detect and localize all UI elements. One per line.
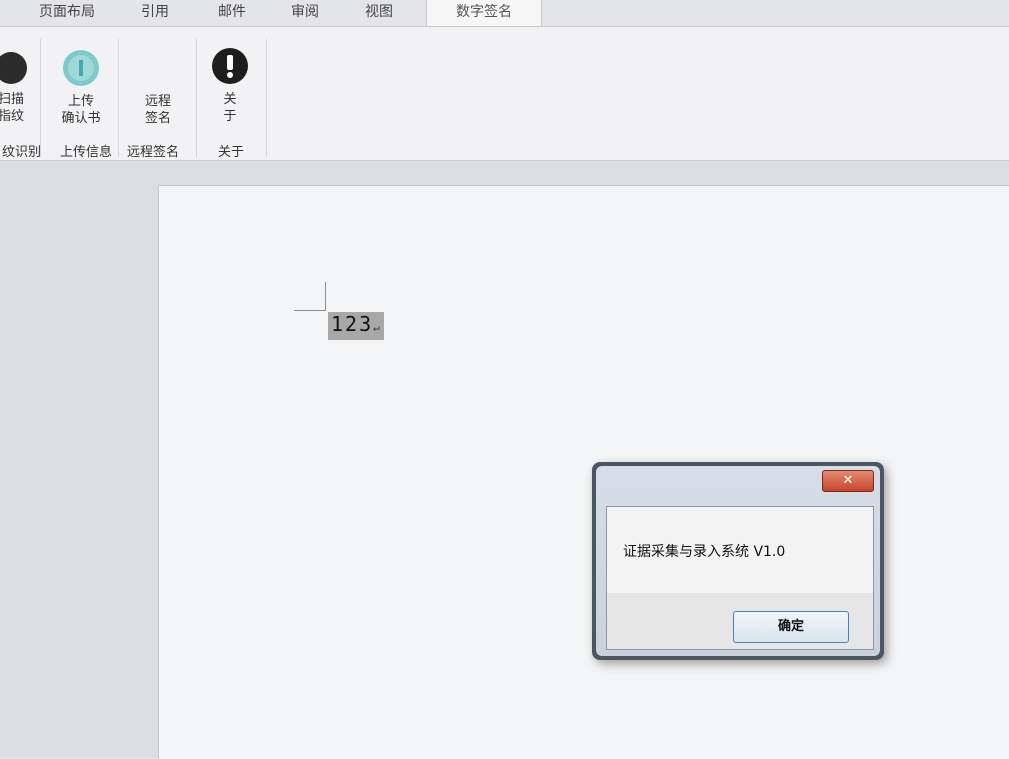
group-separator	[196, 39, 197, 157]
tab-references[interactable]: 引用	[128, 0, 182, 24]
remote-signature-button[interactable]: 远程 签名	[128, 93, 188, 127]
group-label-upload: 上传信息	[60, 145, 113, 160]
tab-view[interactable]: 视图	[352, 0, 406, 24]
scan-fingerprint-button[interactable]: 扫描 指纹	[0, 51, 36, 125]
upload-label-1: 上传	[67, 94, 94, 109]
group-label-fingerprint: 纹识别	[2, 145, 42, 160]
info-exclamation-icon	[212, 48, 248, 84]
about-label-1: 关	[223, 92, 237, 107]
about-button[interactable]: 关 于	[204, 47, 256, 125]
dialog-content: 证据采集与录入系统 V1.0 确定	[606, 506, 874, 650]
ribbon-panel: 扫描 指纹 上传 确认书 远程 签名 关 于 纹识别 上传信息 远程签名 关于	[0, 27, 1009, 161]
group-separator	[118, 39, 119, 157]
about-dialog: ✕ 证据采集与录入系统 V1.0 确定	[592, 462, 884, 660]
remote-signature-label-1: 远程	[144, 94, 171, 109]
dialog-footer: 确定	[607, 593, 873, 649]
document-text: 123	[331, 312, 374, 336]
ok-button[interactable]: 确定	[733, 611, 849, 643]
upload-label-2: 确认书	[61, 111, 101, 126]
ribbon-tab-bar: 页面布局 引用 邮件 审阅 视图 数字签名	[0, 0, 1009, 28]
tab-review[interactable]: 审阅	[278, 0, 332, 24]
dialog-close-button[interactable]: ✕	[822, 470, 874, 492]
remote-signature-label-2: 签名	[144, 111, 171, 126]
tab-mailings[interactable]: 邮件	[205, 0, 259, 24]
group-separator	[266, 39, 267, 157]
margin-marker-vertical	[325, 282, 326, 310]
fingerprint-icon	[0, 52, 27, 84]
paragraph-mark: ↵	[373, 321, 380, 334]
tab-page-layout[interactable]: 页面布局	[28, 0, 106, 24]
group-separator	[40, 39, 41, 157]
document-area: 123↵	[0, 161, 1009, 759]
selected-document-text[interactable]: 123↵	[328, 312, 384, 340]
about-label-2: 于	[223, 109, 237, 124]
group-label-about: 关于	[218, 145, 245, 160]
scan-fingerprint-label-2: 指纹	[0, 109, 24, 124]
upload-confirmation-button[interactable]: 上传 确认书	[52, 49, 110, 127]
tab-digital-signature[interactable]: 数字签名	[426, 0, 542, 28]
dialog-frame[interactable]: ✕ 证据采集与录入系统 V1.0 确定	[596, 466, 880, 656]
margin-marker-horizontal	[294, 310, 326, 311]
scan-fingerprint-label-1: 扫描	[0, 92, 24, 107]
upload-icon	[63, 50, 99, 86]
group-label-remote: 远程签名	[127, 145, 180, 160]
dialog-message: 证据采集与录入系统 V1.0	[623, 544, 786, 560]
